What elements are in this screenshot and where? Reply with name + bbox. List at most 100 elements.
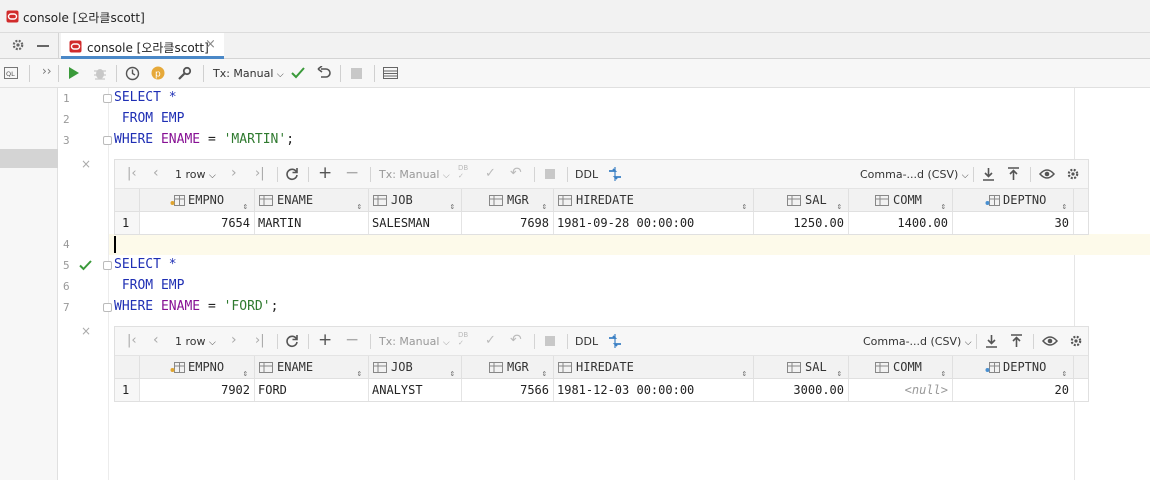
delete-row-icon[interactable]: − bbox=[345, 163, 359, 183]
column-header-mgr[interactable]: MGR ⇕ bbox=[462, 189, 554, 212]
tx-mode-dropdown[interactable]: Tx: Manual ⌵ bbox=[379, 168, 450, 181]
rows-dropdown[interactable]: 1 row ⌵ bbox=[175, 335, 216, 348]
prev-page-icon[interactable]: ‹ bbox=[153, 165, 159, 181]
commit-icon[interactable] bbox=[291, 67, 305, 79]
upload-icon[interactable] bbox=[1010, 334, 1023, 348]
cell-mgr[interactable]: 7698 bbox=[462, 212, 554, 234]
cell-sal[interactable]: 1250.00 bbox=[754, 212, 849, 234]
column-header-ename[interactable]: ENAME ⇕ bbox=[255, 356, 369, 379]
view-icon[interactable] bbox=[1042, 335, 1058, 347]
stop-icon[interactable] bbox=[545, 169, 555, 179]
run-icon[interactable] bbox=[68, 66, 80, 80]
close-result-icon[interactable]: × bbox=[81, 157, 91, 171]
commit-icon[interactable]: ✓ bbox=[485, 166, 496, 181]
view-icon[interactable] bbox=[1039, 168, 1055, 180]
db-submit-icon[interactable]: DB ✓ bbox=[458, 164, 468, 180]
rollback-icon[interactable]: ↶ bbox=[510, 165, 522, 181]
code-line[interactable]: SELECT * bbox=[114, 90, 177, 105]
first-page-icon[interactable]: |‹ bbox=[127, 166, 137, 181]
rollback-icon[interactable] bbox=[317, 66, 331, 80]
add-row-icon[interactable]: + bbox=[318, 163, 332, 183]
cell-ename[interactable]: FORD bbox=[255, 379, 369, 401]
fold-marker-icon[interactable] bbox=[103, 303, 112, 312]
close-tab-icon[interactable]: × bbox=[205, 37, 216, 52]
cell-deptno[interactable]: 20 bbox=[953, 379, 1074, 401]
settings-gear-icon[interactable] bbox=[1066, 167, 1080, 181]
cell-empno[interactable]: 7654 bbox=[140, 212, 255, 234]
code-line[interactable]: FROM EMP bbox=[114, 111, 185, 126]
cell-ename[interactable]: MARTIN bbox=[255, 212, 369, 234]
minimize-icon[interactable] bbox=[37, 45, 49, 47]
cell-sal[interactable]: 3000.00 bbox=[754, 379, 849, 401]
column-header-deptno[interactable]: DEPTNO ⇕ bbox=[953, 189, 1074, 212]
output-table-icon[interactable] bbox=[383, 67, 398, 79]
column-header-sal[interactable]: SAL ⇕ bbox=[754, 189, 849, 212]
refresh-icon[interactable] bbox=[285, 167, 299, 181]
column-header-comm[interactable]: COMM ⇕ bbox=[849, 356, 953, 379]
cell-job[interactable]: SALESMAN bbox=[369, 212, 462, 234]
column-header-mgr[interactable]: MGR ⇕ bbox=[462, 356, 554, 379]
download-icon[interactable] bbox=[982, 167, 995, 181]
debug-icon[interactable] bbox=[93, 66, 107, 80]
commit-icon[interactable]: ✓ bbox=[485, 333, 496, 348]
table-row[interactable]: 1 7902 FORD ANALYST 7566 1981-12-03 00:0… bbox=[115, 379, 1088, 401]
more-icon[interactable]: ›› bbox=[42, 64, 52, 78]
ddl-button[interactable]: DDL bbox=[575, 168, 598, 181]
fold-marker-icon[interactable] bbox=[103, 261, 112, 270]
column-header-job[interactable]: JOB ⇕ bbox=[369, 189, 462, 212]
column-header-empno[interactable]: EMPNO ⇕ bbox=[140, 189, 255, 212]
column-header-job[interactable]: JOB ⇕ bbox=[369, 356, 462, 379]
rows-dropdown[interactable]: 1 row ⌵ bbox=[175, 168, 216, 181]
history-icon[interactable] bbox=[125, 66, 140, 81]
cell-hiredate[interactable]: 1981-09-28 00:00:00 bbox=[554, 212, 754, 234]
column-header-empno[interactable]: EMPNO ⇕ bbox=[140, 356, 255, 379]
last-page-icon[interactable]: ›| bbox=[255, 333, 265, 348]
cell-mgr[interactable]: 7566 bbox=[462, 379, 554, 401]
next-page-icon[interactable]: › bbox=[231, 332, 237, 348]
export-format-dropdown[interactable]: Comma-...d (CSV) ⌵ bbox=[863, 335, 972, 348]
column-header-hiredate[interactable]: HIREDATE ⇕ bbox=[554, 356, 754, 379]
column-header-sal[interactable]: SAL ⇕ bbox=[754, 356, 849, 379]
refresh-icon[interactable] bbox=[285, 334, 299, 348]
code-line[interactable]: FROM EMP bbox=[114, 278, 185, 293]
cell-comm[interactable]: 1400.00 bbox=[849, 212, 953, 234]
tx-mode-dropdown[interactable]: Tx: Manual ⌵ bbox=[213, 67, 284, 80]
stop-icon[interactable] bbox=[545, 336, 555, 346]
table-row[interactable]: 1 7654 MARTIN SALESMAN 7698 1981-09-28 0… bbox=[115, 212, 1088, 234]
fold-marker-icon[interactable] bbox=[103, 136, 112, 145]
column-header-ename[interactable]: ENAME ⇕ bbox=[255, 189, 369, 212]
gear-icon[interactable] bbox=[11, 38, 25, 52]
settings-gear-icon[interactable] bbox=[1069, 334, 1083, 348]
cell-job[interactable]: ANALYST bbox=[369, 379, 462, 401]
close-result-icon[interactable]: × bbox=[81, 324, 91, 338]
column-header-hiredate[interactable]: HIREDATE ⇕ bbox=[554, 189, 754, 212]
last-page-icon[interactable]: ›| bbox=[255, 166, 265, 181]
ddl-button[interactable]: DDL bbox=[575, 335, 598, 348]
download-icon[interactable] bbox=[985, 334, 998, 348]
upload-icon[interactable] bbox=[1007, 167, 1020, 181]
tab-console[interactable]: console [오라클scott] × bbox=[61, 33, 224, 59]
parameters-icon[interactable]: p bbox=[151, 66, 165, 80]
next-page-icon[interactable]: › bbox=[231, 165, 237, 181]
ql-icon[interactable]: QL bbox=[4, 67, 18, 79]
export-format-dropdown[interactable]: Comma-...d (CSV) ⌵ bbox=[860, 168, 969, 181]
add-row-icon[interactable]: + bbox=[318, 330, 332, 350]
wrench-icon[interactable] bbox=[177, 66, 192, 81]
delete-row-icon[interactable]: − bbox=[345, 330, 359, 350]
prev-page-icon[interactable]: ‹ bbox=[153, 332, 159, 348]
compare-icon[interactable] bbox=[607, 333, 623, 349]
column-header-comm[interactable]: COMM ⇕ bbox=[849, 189, 953, 212]
column-header-deptno[interactable]: DEPTNO ⇕ bbox=[953, 356, 1074, 379]
cell-comm-null[interactable]: <null> bbox=[849, 379, 953, 401]
code-line[interactable]: WHERE ENAME = 'MARTIN'; bbox=[114, 132, 294, 147]
cell-hiredate[interactable]: 1981-12-03 00:00:00 bbox=[554, 379, 754, 401]
rollback-icon[interactable]: ↶ bbox=[510, 332, 522, 348]
first-page-icon[interactable]: |‹ bbox=[127, 333, 137, 348]
code-line[interactable]: SELECT * bbox=[114, 257, 177, 272]
code-line[interactable]: WHERE ENAME = 'FORD'; bbox=[114, 299, 278, 314]
cell-deptno[interactable]: 30 bbox=[953, 212, 1074, 234]
tx-mode-dropdown[interactable]: Tx: Manual ⌵ bbox=[379, 335, 450, 348]
stop-icon[interactable] bbox=[351, 68, 362, 79]
cell-empno[interactable]: 7902 bbox=[140, 379, 255, 401]
fold-marker-icon[interactable] bbox=[103, 94, 112, 103]
